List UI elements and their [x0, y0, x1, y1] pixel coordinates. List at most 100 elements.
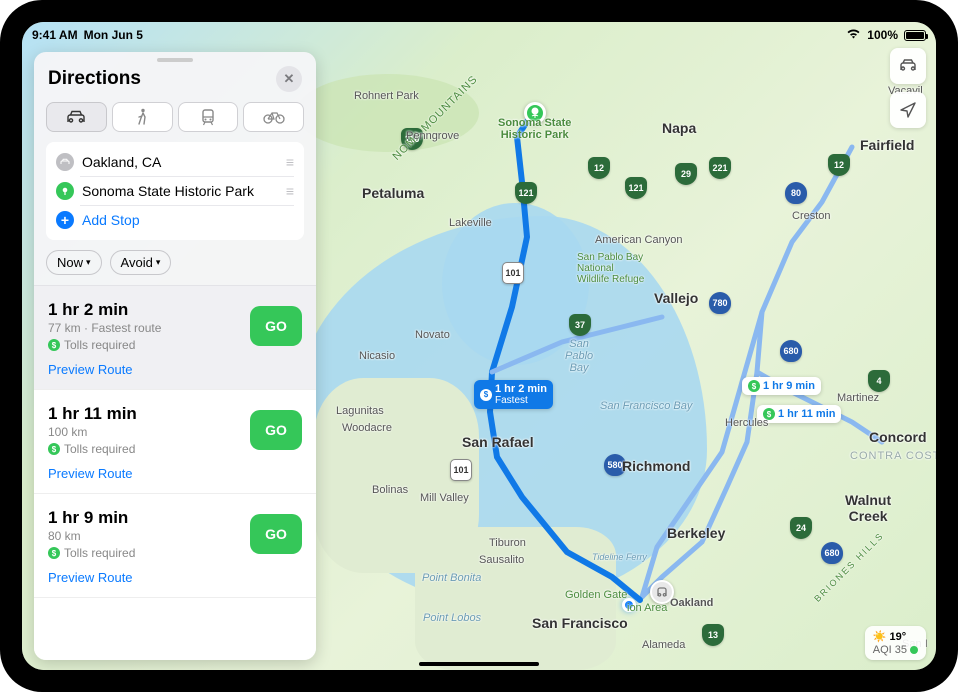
- weather-widget[interactable]: ☀️ 19° AQI 35: [865, 626, 926, 660]
- route-tolls: $ Tolls required: [48, 546, 240, 560]
- label-berkeley: Berkeley: [667, 525, 725, 541]
- close-button[interactable]: ✕: [276, 66, 302, 92]
- go-button[interactable]: GO: [250, 410, 302, 450]
- tab-cycle[interactable]: [243, 102, 304, 132]
- close-icon: ✕: [284, 71, 295, 87]
- shield-i680: 680: [780, 340, 802, 362]
- label-mill-valley: Mill Valley: [420, 492, 469, 504]
- route-badge-alt2[interactable]: $ 1 hr 11 min: [757, 405, 841, 423]
- shield-ca12: 12: [588, 157, 610, 179]
- label-sausalito: Sausalito: [479, 554, 524, 566]
- go-button[interactable]: GO: [250, 306, 302, 346]
- label-pt-lobos: Point Lobos: [423, 612, 481, 624]
- toll-icon: $: [48, 547, 60, 559]
- car-icon: [65, 109, 87, 125]
- panel-title: Directions: [48, 68, 141, 90]
- badge-time: 1 hr 11 min: [778, 408, 835, 420]
- avoid-button[interactable]: Avoid ▾: [110, 250, 172, 275]
- label-nicasio: Nicasio: [359, 350, 395, 362]
- label-penngrove: Penngrove: [406, 130, 459, 142]
- route-time: 1 hr 11 min: [48, 404, 240, 424]
- go-button[interactable]: GO: [250, 514, 302, 554]
- shield-ca29: 29: [675, 163, 697, 185]
- shield-i680: 680: [821, 542, 843, 564]
- route-badge-alt1[interactable]: $ 1 hr 9 min: [742, 377, 821, 395]
- label-petaluma: Petaluma: [362, 185, 424, 201]
- pill-label: Avoid: [121, 255, 153, 270]
- label-lakeville: Lakeville: [449, 217, 492, 229]
- tab-drive[interactable]: [46, 102, 107, 132]
- shield-us101: 101: [502, 262, 524, 284]
- tab-walk[interactable]: [112, 102, 173, 132]
- label-sonoma-state: Sonoma State Historic Park: [498, 117, 571, 141]
- depart-now-button[interactable]: Now ▾: [46, 250, 102, 275]
- route-tolls: $ Tolls required: [48, 338, 240, 352]
- status-time: 9:41 AM: [32, 28, 78, 42]
- vehicle-mode-button[interactable]: [890, 48, 926, 84]
- toll-icon: $: [48, 339, 60, 351]
- route-option-2[interactable]: 1 hr 9 min 80 km $ Tolls required GO Pre…: [34, 494, 316, 598]
- label-novato: Novato: [415, 329, 450, 341]
- label-vallejo: Vallejo: [654, 290, 698, 306]
- tab-transit[interactable]: [178, 102, 239, 132]
- status-date: Mon Jun 5: [84, 28, 143, 42]
- route-option-0[interactable]: 1 hr 2 min 77 km · Fastest route $ Tolls…: [34, 286, 316, 390]
- label-pt-bonita: Point Bonita: [422, 572, 481, 584]
- transport-mode-tabs: [34, 102, 316, 142]
- badge-time: 1 hr 9 min: [763, 380, 815, 392]
- badge-sub: Fastest: [495, 395, 547, 406]
- routes-list: 1 hr 2 min 77 km · Fastest route $ Tolls…: [34, 285, 316, 660]
- preview-route-link[interactable]: Preview Route: [48, 466, 240, 481]
- route-time: 1 hr 9 min: [48, 508, 240, 528]
- drag-handle-icon[interactable]: ≡: [286, 183, 294, 199]
- car-icon: [898, 58, 918, 74]
- location-arrow-icon: [899, 101, 917, 119]
- label-richmond: Richmond: [622, 458, 690, 474]
- walk-icon: [135, 108, 149, 126]
- sun-icon: ☀️: [873, 630, 887, 643]
- locate-me-button[interactable]: [890, 92, 926, 128]
- toll-icon: $: [48, 443, 60, 455]
- label-hercules: Hercules: [725, 417, 768, 429]
- label-martinez: Martinez: [837, 392, 879, 404]
- stops-list: Oakland, CA ≡ Sonoma State Historic Park…: [46, 142, 304, 240]
- shield-ca37: 37: [569, 314, 591, 336]
- tolls-label: Tolls required: [64, 546, 135, 560]
- label-fairfield: Fairfield: [860, 137, 914, 153]
- route-tolls: $ Tolls required: [48, 442, 240, 456]
- preview-route-link[interactable]: Preview Route: [48, 570, 240, 585]
- label-creston: Creston: [792, 210, 831, 222]
- route-time: 1 hr 2 min: [48, 300, 240, 320]
- preview-route-link[interactable]: Preview Route: [48, 362, 240, 377]
- shield-us101: 101: [450, 459, 472, 481]
- plus-icon: +: [56, 211, 74, 229]
- wifi-icon: [846, 28, 861, 42]
- weather-temp: 19°: [889, 631, 906, 643]
- label-american-canyon: American Canyon: [595, 234, 682, 246]
- chevron-down-icon: ▾: [86, 257, 91, 268]
- chevron-down-icon: ▾: [156, 257, 161, 268]
- screen: 9:41 AM Mon Jun 5 100%: [22, 22, 936, 670]
- map-controls: [890, 48, 926, 128]
- shield-ca221: 221: [709, 157, 731, 179]
- weather-aqi: AQI 35: [873, 644, 907, 656]
- drag-handle-icon[interactable]: ≡: [286, 154, 294, 170]
- shield-i780: 780: [709, 292, 731, 314]
- shield-ca121: 121: [515, 182, 537, 204]
- options-row: Now ▾ Avoid ▾: [34, 250, 316, 285]
- stop-origin[interactable]: Oakland, CA ≡: [56, 148, 294, 176]
- toll-icon: $: [748, 380, 760, 392]
- label-concord: Concord: [869, 429, 927, 445]
- route-option-1[interactable]: 1 hr 11 min 100 km $ Tolls required GO P…: [34, 390, 316, 494]
- directions-panel: Directions ✕: [34, 52, 316, 660]
- route-badge-fastest[interactable]: $ 1 hr 2 min Fastest: [474, 380, 553, 409]
- label-woodacre: Woodacre: [342, 422, 392, 434]
- label-golden-gate: Golden Gate: [565, 589, 627, 601]
- stop-destination[interactable]: Sonoma State Historic Park ≡: [56, 177, 294, 205]
- shield-ca4: 4: [868, 370, 890, 392]
- pill-label: Now: [57, 255, 83, 270]
- label-ion-area: ion Area: [627, 602, 667, 614]
- home-indicator[interactable]: [419, 662, 539, 666]
- panel-header: Directions ✕: [34, 62, 316, 102]
- add-stop-button[interactable]: + Add Stop: [56, 206, 294, 234]
